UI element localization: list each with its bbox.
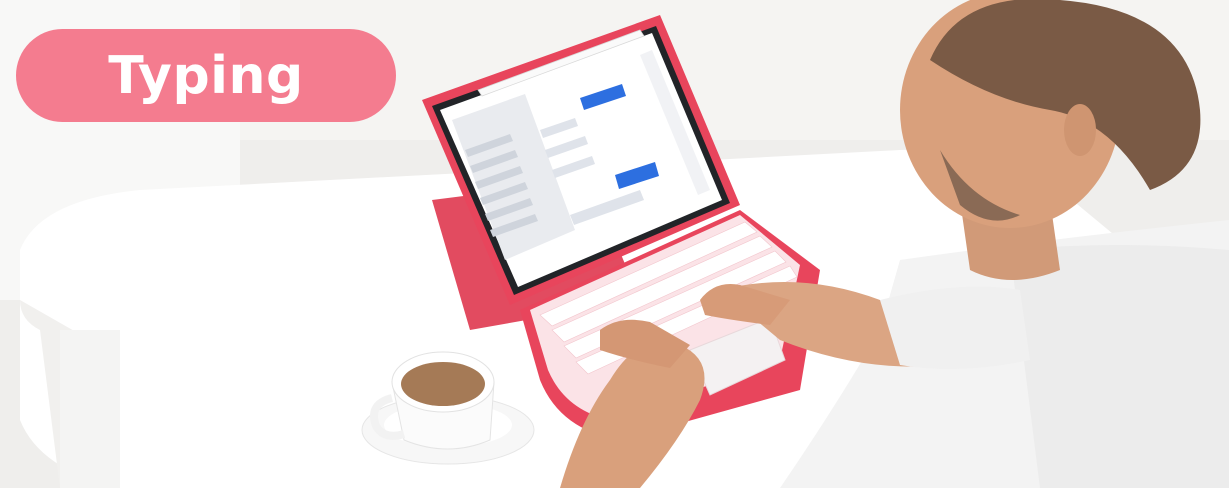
feature-badge: Typing: [16, 29, 396, 122]
product-photo: Typing: [0, 0, 1229, 488]
feature-badge-label: Typing: [108, 45, 304, 106]
